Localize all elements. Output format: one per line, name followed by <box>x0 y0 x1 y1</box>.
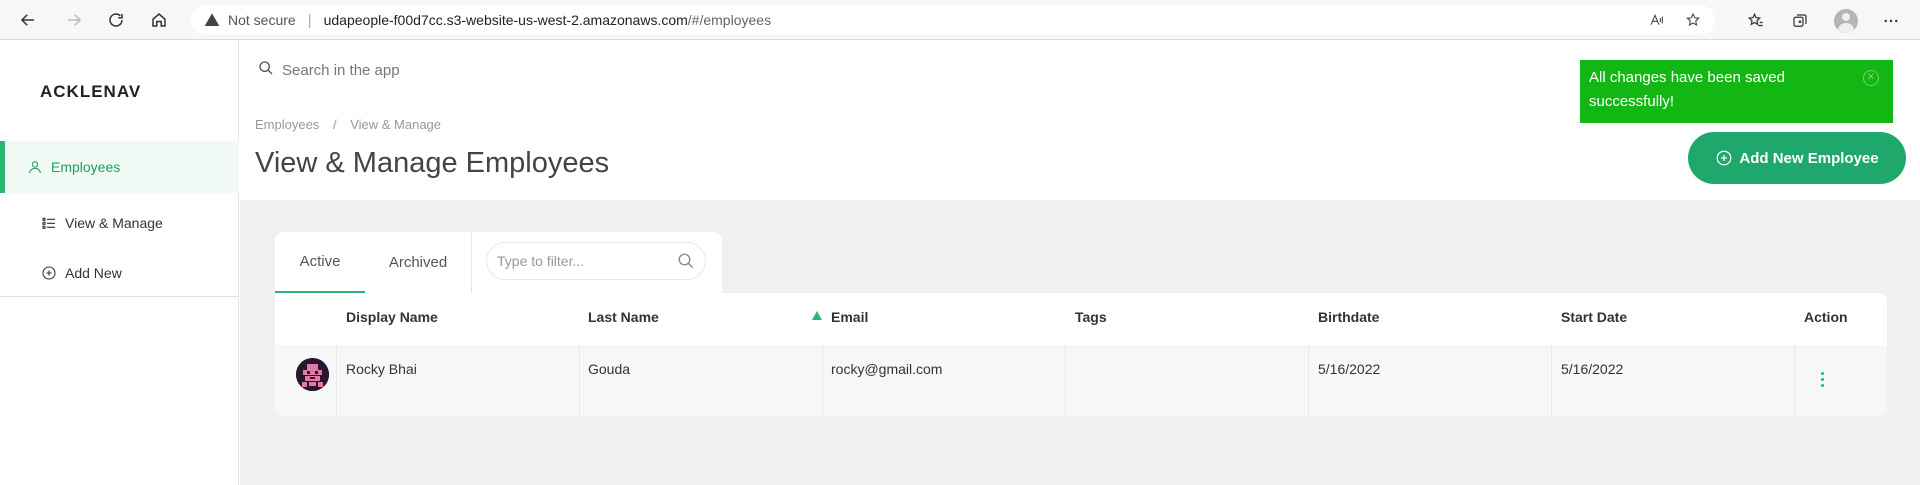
toast-message: All changes have been saved successfully… <box>1589 69 1785 110</box>
table-row[interactable]: Rocky Bhai Gouda rocky@gmail.com 5/16/20… <box>275 345 1887 416</box>
column-divider <box>1794 345 1795 416</box>
plus-circle-icon <box>41 265 57 281</box>
column-header-last-name[interactable]: Last Name <box>588 309 659 325</box>
sidebar-item-employees[interactable]: Employees <box>0 141 239 193</box>
column-header-birthdate[interactable]: Birthdate <box>1318 309 1379 325</box>
cell-start-date: 5/16/2022 <box>1561 361 1624 377</box>
sort-ascending-icon <box>812 311 822 320</box>
content-area: Active Archived Display Name Last Name E… <box>240 200 1920 485</box>
list-icon <box>41 215 57 231</box>
column-divider <box>336 345 337 416</box>
filter-box <box>486 242 706 280</box>
tab-active[interactable]: Active <box>275 232 365 293</box>
breadcrumb-separator: / <box>332 117 337 132</box>
tabs-card: Active Archived <box>275 232 722 293</box>
address-bar[interactable]: Not secure | udapeople-f00d7cc.s3-websit… <box>190 5 1715 35</box>
employees-table: Display Name Last Name Email Tags Birthd… <box>275 293 1887 416</box>
sidebar-item-label: View & Manage <box>65 215 163 231</box>
not-secure-label[interactable]: Not secure <box>228 12 296 28</box>
column-divider <box>579 345 580 416</box>
add-button-label: Add New Employee <box>1739 149 1879 167</box>
user-icon <box>27 159 43 175</box>
logo[interactable]: ACKLENAVENUE <box>40 82 140 102</box>
sidebar-item-add-new[interactable]: Add New <box>0 247 239 299</box>
tab-archived[interactable]: Archived <box>365 232 471 293</box>
column-divider <box>1308 345 1309 416</box>
collections-icon[interactable] <box>1787 8 1813 34</box>
row-actions-menu-icon[interactable] <box>1821 372 1824 387</box>
column-divider <box>1065 345 1066 416</box>
column-divider <box>1551 345 1552 416</box>
home-icon[interactable] <box>147 8 171 32</box>
cell-birthdate: 5/16/2022 <box>1318 361 1381 377</box>
column-header-action: Action <box>1804 309 1848 325</box>
address-separator: | <box>307 11 312 29</box>
filter-input[interactable] <box>497 253 667 269</box>
add-new-employee-button[interactable]: Add New Employee <box>1688 132 1906 184</box>
back-icon[interactable] <box>16 8 40 32</box>
plus-circle-icon <box>1715 149 1733 167</box>
refresh-icon[interactable] <box>104 8 128 32</box>
search-icon <box>678 253 694 269</box>
forward-icon[interactable] <box>62 8 86 32</box>
browser-toolbar: Not secure | udapeople-f00d7cc.s3-websit… <box>0 0 1920 40</box>
breadcrumb-employees[interactable]: Employees <box>255 117 319 132</box>
breadcrumb: Employees / View & Manage <box>255 117 441 132</box>
read-aloud-icon[interactable] <box>1649 12 1665 32</box>
cell-email: rocky@gmail.com <box>831 361 943 377</box>
sidebar-divider <box>0 296 239 297</box>
url-host: udapeople-f00d7cc.s3-website-us-west-2.a… <box>323 12 688 28</box>
warning-icon <box>204 12 220 28</box>
column-header-start-date[interactable]: Start Date <box>1561 309 1627 325</box>
favorites-icon[interactable] <box>1743 8 1769 34</box>
sidebar-item-view-manage[interactable]: View & Manage <box>0 197 239 249</box>
tab-divider <box>471 232 472 293</box>
app-search <box>258 60 582 81</box>
favorite-add-icon[interactable] <box>1685 12 1701 32</box>
more-options-icon[interactable] <box>1878 8 1904 34</box>
url-path: /#/employees <box>687 12 772 28</box>
cell-display-name[interactable]: Rocky Bhai <box>346 361 417 377</box>
column-header-tags[interactable]: Tags <box>1075 309 1107 325</box>
avatar <box>296 358 329 391</box>
success-toast: All changes have been saved successfully… <box>1580 60 1893 123</box>
search-icon <box>258 60 274 81</box>
breadcrumb-view-manage: View & Manage <box>350 117 442 132</box>
search-input[interactable] <box>282 62 582 79</box>
close-icon[interactable]: ✕ <box>1863 70 1879 86</box>
column-divider <box>822 345 823 416</box>
sidebar: ACKLENAVENUE Employees View & Manage Add… <box>0 40 239 485</box>
page-title: View & Manage Employees <box>255 147 610 179</box>
cell-last-name: Gouda <box>588 361 631 377</box>
column-header-display-name[interactable]: Display Name <box>346 309 438 325</box>
sidebar-item-label: Add New <box>65 265 122 281</box>
column-header-email[interactable]: Email <box>831 309 868 325</box>
profile-avatar[interactable] <box>1833 8 1859 34</box>
sidebar-item-label: Employees <box>51 159 121 175</box>
